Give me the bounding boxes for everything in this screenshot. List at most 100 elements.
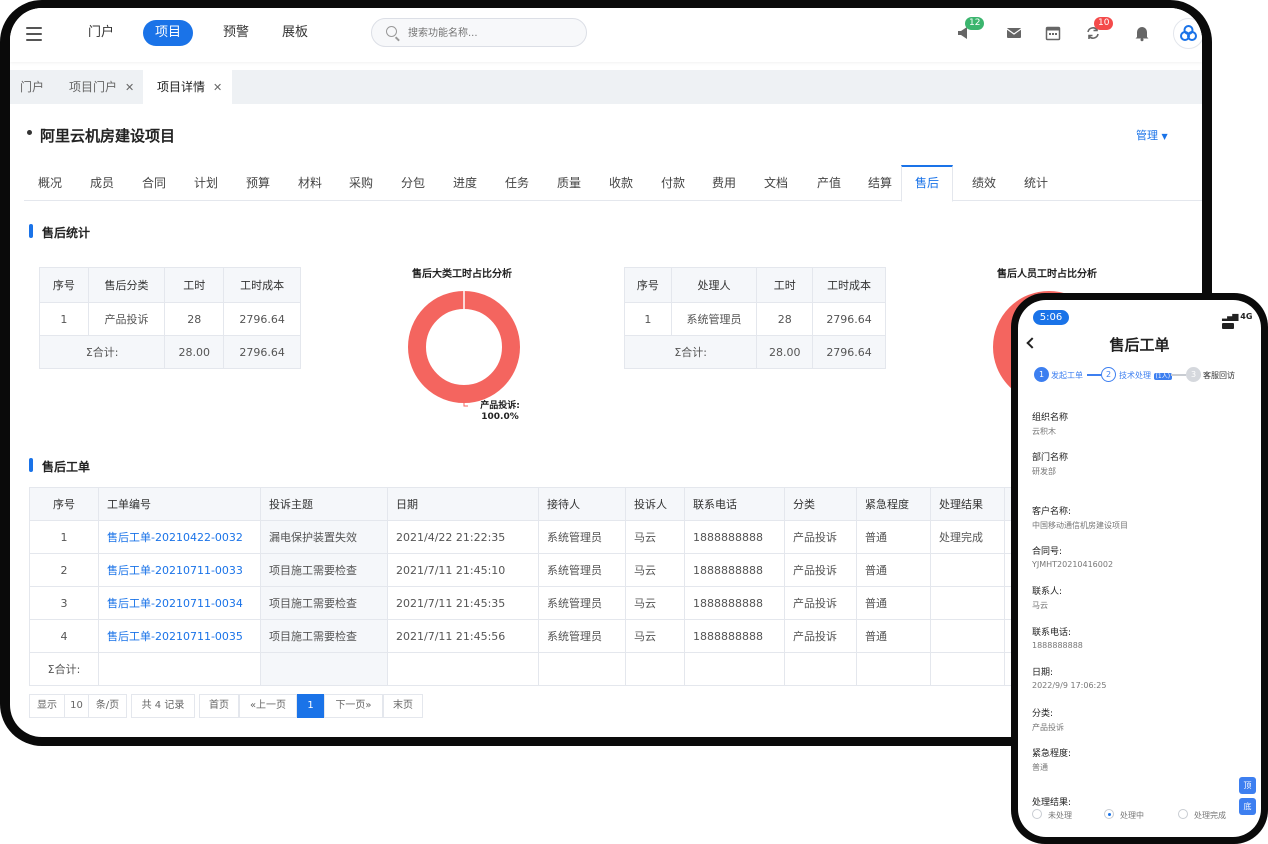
order-number-link[interactable]: 售后工单-20210422-0032: [98, 520, 261, 554]
col-header: 分类: [784, 487, 857, 521]
donut-slice-product-complaint[interactable]: [408, 291, 520, 403]
tab-label: 项目详情: [157, 80, 206, 94]
col-header: 接待人: [538, 487, 626, 521]
subtab-item[interactable]: 计划: [190, 165, 222, 201]
scroll-bottom-button[interactable]: 底: [1239, 798, 1256, 815]
radio-done[interactable]: [1178, 809, 1188, 819]
bell-icon[interactable]: [1133, 24, 1151, 42]
subtab-item[interactable]: 统计: [1020, 165, 1052, 201]
subtab-item[interactable]: 任务: [501, 165, 533, 201]
subtab-item[interactable]: 概况: [34, 165, 66, 201]
chart-title: 售后大类工时占比分析: [412, 269, 512, 280]
phone-frame: 5:06 ▂▄▆ 4G 售后工单 1 发起工单 2 技术处理 (1人) 3 客服…: [1011, 293, 1268, 844]
search-input[interactable]: [408, 24, 578, 42]
col-header: 售后分类: [87, 267, 166, 303]
order-number-link[interactable]: 售后工单-20210711-0033: [98, 553, 261, 587]
page-1-button[interactable]: 1: [297, 694, 324, 718]
subtab-item[interactable]: 预算: [242, 165, 274, 201]
section-title-orders: 售后工单: [42, 460, 91, 474]
search-icon: [386, 26, 397, 37]
subtab-item[interactable]: 产值: [813, 165, 845, 201]
category-stats-table: 序号 售后分类 工时 工时成本 1 产品投诉 28 2796.64 Σ合计: 2…: [38, 267, 301, 369]
messages-badge: 12: [965, 17, 985, 30]
subtab-item[interactable]: 绩效: [968, 165, 1000, 201]
cell: [387, 652, 539, 686]
sync-badge: 10: [1094, 17, 1114, 30]
nav-project[interactable]: 项目: [143, 20, 194, 46]
avatar[interactable]: [1173, 18, 1202, 49]
subtab-item[interactable]: 收款: [605, 165, 637, 201]
subtab-item[interactable]: 进度: [449, 165, 481, 201]
manage-label: 管理: [1136, 129, 1158, 142]
next-page-button[interactable]: 下一页»: [324, 694, 383, 718]
scroll-top-button[interactable]: 顶: [1239, 777, 1256, 794]
subtab-item[interactable]: 售后: [901, 165, 953, 202]
cell: 马云: [625, 553, 685, 587]
cell: 2796.64: [812, 302, 886, 336]
radio-processing[interactable]: [1104, 809, 1114, 819]
total-cost: 2796.64: [223, 335, 301, 369]
subtab-item[interactable]: 费用: [708, 165, 740, 201]
radio-unprocessed[interactable]: [1032, 809, 1042, 819]
first-page-button[interactable]: 首页: [199, 694, 239, 718]
subtab-item[interactable]: 质量: [553, 165, 585, 201]
subtab-item[interactable]: 合同: [138, 165, 170, 201]
cell: 产品投诉: [784, 553, 857, 587]
close-icon[interactable]: ✕: [213, 81, 222, 94]
nav-board[interactable]: 展板: [270, 20, 320, 46]
col-header: 工单编号: [98, 487, 261, 521]
tab-portal[interactable]: 门户: [12, 70, 52, 104]
status-time: 5:06: [1033, 310, 1069, 325]
cell: 2796.64: [223, 302, 301, 336]
subtab-item[interactable]: 采购: [345, 165, 377, 201]
total-hours: 28.00: [756, 335, 814, 369]
subtab-item[interactable]: 文档: [760, 165, 792, 201]
col-header: 工时: [164, 267, 225, 303]
cell: 普通: [856, 619, 931, 653]
cell: 系统管理员: [538, 520, 626, 554]
step-2-text: 技术处理: [1119, 371, 1151, 380]
mail-icon[interactable]: [1005, 24, 1023, 42]
cell: 系统管理员: [538, 619, 626, 653]
window-tab-strip: 门户 项目门户 ✕ 项目详情 ✕: [10, 70, 1202, 104]
subtab-item[interactable]: 结算: [864, 165, 896, 201]
close-icon[interactable]: ✕: [125, 81, 134, 94]
cell: 处理完成: [930, 520, 1005, 554]
subtab-item[interactable]: 成员: [86, 165, 118, 201]
field-value: YJMHT20210416002: [1032, 560, 1114, 569]
radio-label: 处理中: [1120, 811, 1144, 820]
network-type: 4G: [1240, 312, 1253, 321]
order-number-link[interactable]: 售后工单-20210711-0034: [98, 586, 261, 620]
total-hours: 28.00: [164, 335, 225, 369]
cell: [260, 652, 388, 686]
search-box[interactable]: [371, 18, 587, 47]
field-label: 分类:: [1032, 709, 1054, 719]
tab-project-portal[interactable]: 项目门户 ✕: [61, 70, 142, 104]
cell: 系统管理员: [670, 302, 758, 336]
nav-portal[interactable]: 门户: [76, 20, 126, 46]
nav-warning[interactable]: 预警: [211, 20, 261, 46]
cell: [930, 553, 1005, 587]
cell: 马云: [625, 520, 685, 554]
col-header: 投诉人: [625, 487, 685, 521]
last-page-button[interactable]: 末页: [383, 694, 423, 718]
prev-page-button[interactable]: «上一页: [239, 694, 297, 718]
manage-dropdown[interactable]: 管理 ▼: [1136, 127, 1168, 143]
tab-project-detail[interactable]: 项目详情 ✕: [143, 70, 232, 104]
order-number-link[interactable]: 售后工单-20210711-0035: [98, 619, 261, 653]
page-title: 阿里云机房建设项目: [40, 127, 176, 145]
page-size-select[interactable]: 10: [64, 694, 89, 718]
col-header: 序号: [624, 267, 672, 303]
col-header: 紧急程度: [856, 487, 931, 521]
radio-label: 处理完成: [1194, 811, 1226, 820]
subtab-item[interactable]: 材料: [294, 165, 326, 201]
cell: 1888888888: [684, 619, 785, 653]
menu-icon[interactable]: [26, 27, 42, 41]
calendar-icon[interactable]: [1044, 24, 1062, 42]
cell: 2021/7/11 21:45:35: [387, 586, 539, 620]
subtab-item[interactable]: 付款: [657, 165, 689, 201]
total-row: Σ合计: 28.00 2796.64: [38, 335, 301, 369]
title-bullet-icon: [27, 130, 32, 135]
slice-name: 产品投诉:: [480, 401, 520, 411]
subtab-item[interactable]: 分包: [397, 165, 429, 201]
